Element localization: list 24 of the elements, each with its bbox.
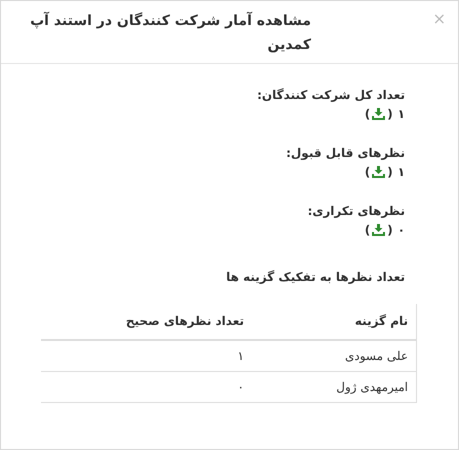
dialog-title: مشاهده آمار شرکت کنندگان در استند آپ کمدین <box>29 10 311 55</box>
section-heading: تعداد نظرها به تفکیک گزینه ها <box>225 270 405 284</box>
column-header: تعداد نظرهای صحیح <box>41 304 252 340</box>
paren-text: ( <box>387 106 393 123</box>
paren-text: ( <box>387 222 393 239</box>
paren-text: ) <box>364 222 370 239</box>
column-header: نام گزینه <box>252 304 416 340</box>
stat-value: ۱ <box>398 164 405 181</box>
paren-text: ) <box>364 106 370 123</box>
stat-value: ۰ <box>398 222 405 239</box>
stat-value: ۱ <box>398 106 405 123</box>
table-cell: امیرمهدی ژول <box>252 372 416 402</box>
table-cell: علی مسودی <box>252 340 416 372</box>
download-icon[interactable] <box>372 224 386 236</box>
download-icon[interactable] <box>372 108 386 120</box>
download-icon[interactable] <box>372 166 386 178</box>
table-cell: ۰ <box>41 372 252 402</box>
stat-label: نظرهای قابل قبول: <box>285 145 405 162</box>
stat-label: تعداد کل شرکت کنندگان: <box>256 87 405 104</box>
paren-text: ( <box>387 164 393 181</box>
stat-label: نظرهای تکراری: <box>306 203 405 220</box>
paren-text: ) <box>364 164 370 181</box>
close-button[interactable]: × <box>432 11 446 27</box>
table-cell: ۱ <box>41 340 252 372</box>
